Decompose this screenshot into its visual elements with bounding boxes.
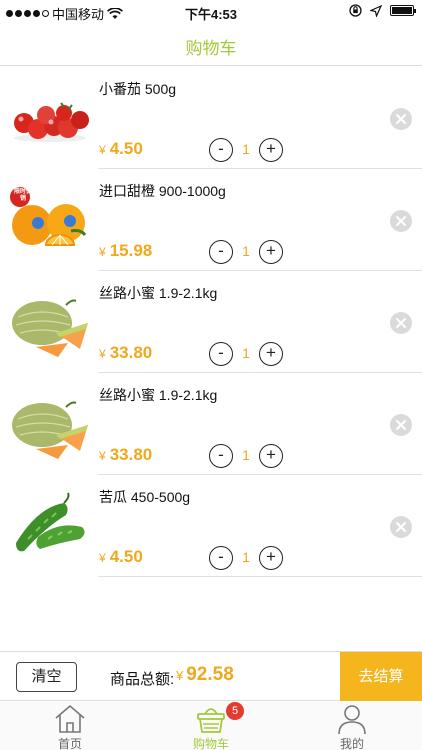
tab-label: 购物车 xyxy=(192,737,229,750)
quantity-value: 1 xyxy=(242,447,250,463)
currency-symbol: ¥ xyxy=(99,551,106,565)
quantity-increase-button[interactable]: + xyxy=(259,444,283,468)
close-icon xyxy=(396,420,406,430)
quantity-increase-button[interactable]: + xyxy=(259,240,283,264)
row-divider xyxy=(98,576,422,577)
quantity-decrease-button[interactable]: - xyxy=(209,546,233,570)
price-value: 4.50 xyxy=(109,139,143,158)
total-amount-value: 92.58 xyxy=(186,664,234,685)
tab-home[interactable]: 首页 xyxy=(0,702,140,750)
quantity-increase-button[interactable]: + xyxy=(259,138,283,162)
quantity-value: 1 xyxy=(242,243,250,259)
close-icon xyxy=(396,114,406,124)
cart-item: 丝路小蜜 1.9-2.1kg ¥33.80 - 1 + xyxy=(0,271,422,373)
cart-item: 苦瓜 450-500g ¥4.50 - 1 + xyxy=(0,475,422,577)
home-icon xyxy=(55,704,85,733)
remove-item-button[interactable] xyxy=(390,108,412,130)
item-price: ¥15.98 xyxy=(99,241,152,261)
checkout-bar: 清空 商品总额: ¥92.58 去结算 xyxy=(0,651,422,701)
quantity-increase-button[interactable]: + xyxy=(259,342,283,366)
item-name: 小番茄 500g xyxy=(99,81,177,97)
currency-symbol: ¥ xyxy=(176,668,184,683)
remove-item-button[interactable] xyxy=(390,210,412,232)
user-icon xyxy=(338,705,366,734)
total-label: 商品总额: xyxy=(110,671,175,688)
currency-symbol: ¥ xyxy=(99,245,106,259)
remove-item-button[interactable] xyxy=(390,312,412,334)
cart-list: 小番茄 500g ¥4.50 - 1 + 限时促销 进口甜橙 900-1000g… xyxy=(0,67,422,577)
checkout-button[interactable]: 去结算 xyxy=(340,652,422,701)
rotation-lock-icon xyxy=(349,4,362,17)
price-value: 15.98 xyxy=(109,241,153,260)
quantity-decrease-button[interactable]: - xyxy=(209,444,233,468)
item-name: 苦瓜 450-500g xyxy=(99,489,191,505)
item-price: ¥4.50 xyxy=(99,547,143,567)
close-icon xyxy=(396,318,406,328)
price-value: 4.50 xyxy=(109,547,143,566)
item-name: 丝路小蜜 1.9-2.1kg xyxy=(99,387,218,403)
cart-item: 限时促销 进口甜橙 900-1000g ¥15.98 - 1 + xyxy=(0,169,422,271)
basket-icon xyxy=(197,708,225,733)
item-price: ¥33.80 xyxy=(99,343,152,363)
clear-cart-button[interactable]: 清空 xyxy=(16,662,77,692)
currency-symbol: ¥ xyxy=(99,449,106,463)
item-name: 丝路小蜜 1.9-2.1kg xyxy=(99,285,218,301)
remove-item-button[interactable] xyxy=(390,516,412,538)
bitter-gourd-image xyxy=(16,492,85,552)
close-icon xyxy=(396,216,406,226)
item-price: ¥33.80 xyxy=(99,445,152,465)
quantity-decrease-button[interactable]: - xyxy=(209,240,233,264)
cart-count-badge: 5 xyxy=(226,702,244,720)
cart-item: 小番茄 500g ¥4.50 - 1 + xyxy=(0,67,422,169)
quantity-value: 1 xyxy=(242,141,250,157)
melon-image xyxy=(12,401,88,459)
status-bar: 中国移动 下午4:53 xyxy=(0,0,422,22)
tab-label: 首页 xyxy=(57,737,82,750)
remove-item-button[interactable] xyxy=(390,414,412,436)
quantity-value: 1 xyxy=(242,345,250,361)
currency-symbol: ¥ xyxy=(99,347,106,361)
total-amount: ¥92.58 xyxy=(176,664,234,686)
price-value: 33.80 xyxy=(109,343,153,362)
item-price: ¥4.50 xyxy=(99,139,143,159)
currency-symbol: ¥ xyxy=(99,143,106,157)
melon-image xyxy=(12,299,88,357)
quantity-decrease-button[interactable]: - xyxy=(209,342,233,366)
tab-bar: 首页 5 购物车 我的 xyxy=(0,702,422,750)
tab-label: 我的 xyxy=(339,737,364,750)
battery-icon xyxy=(390,5,416,16)
close-icon xyxy=(396,522,406,532)
quantity-decrease-button[interactable]: - xyxy=(209,138,233,162)
nav-header: 购物车 xyxy=(0,22,422,66)
status-right xyxy=(349,4,416,17)
promo-badge: 限时促销 xyxy=(14,189,33,202)
page-title: 购物车 xyxy=(185,39,237,58)
item-name: 进口甜橙 900-1000g xyxy=(99,183,226,199)
tab-cart[interactable]: 5 购物车 xyxy=(141,702,281,750)
quantity-value: 1 xyxy=(242,549,250,565)
quantity-increase-button[interactable]: + xyxy=(259,546,283,570)
tab-profile[interactable]: 我的 xyxy=(282,702,422,750)
cherry-tomatoes-image xyxy=(14,102,89,142)
location-arrow-icon xyxy=(370,4,382,17)
price-value: 33.80 xyxy=(109,445,153,464)
cart-item: 丝路小蜜 1.9-2.1kg ¥33.80 - 1 + xyxy=(0,373,422,475)
